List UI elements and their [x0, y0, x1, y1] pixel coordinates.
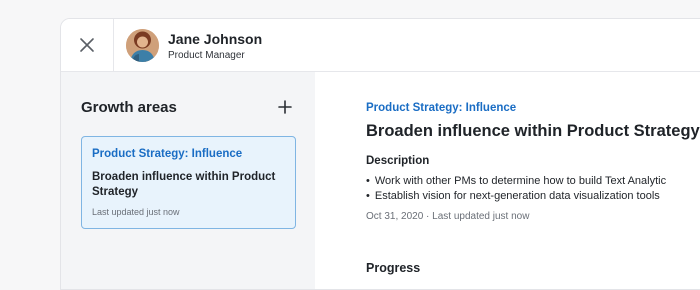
- close-icon: [80, 38, 94, 52]
- avatar: [126, 29, 159, 62]
- description-heading: Description: [366, 155, 430, 167]
- description-list: Work with other PMs to determine how to …: [366, 174, 666, 204]
- add-growth-area-button[interactable]: [275, 97, 295, 117]
- close-button[interactable]: [61, 19, 114, 71]
- growth-area-card[interactable]: Product Strategy: Influence Broaden infl…: [81, 136, 296, 229]
- detail-category: Product Strategy: Influence: [366, 102, 517, 114]
- detail-title: Broaden influence within Product Strateg…: [366, 122, 700, 140]
- panel-header: Jane Johnson Product Manager: [61, 19, 700, 72]
- growth-area-panel: Jane Johnson Product Manager Growth area…: [60, 18, 700, 290]
- description-item: Establish vision for next-generation dat…: [366, 189, 666, 204]
- user-name: Jane Johnson: [168, 31, 263, 47]
- detail-pane: Product Strategy: Influence Broaden infl…: [315, 72, 700, 289]
- user-role: Product Manager: [168, 50, 245, 61]
- description-item: Work with other PMs to determine how to …: [366, 174, 666, 189]
- sidebar-title: Growth areas: [81, 99, 177, 116]
- sidebar: Growth areas Product Strategy: Influence…: [61, 72, 315, 289]
- detail-meta: Oct 31, 2020 · Last updated just now: [366, 211, 530, 222]
- card-updated: Last updated just now: [92, 207, 180, 217]
- avatar-photo: [126, 29, 159, 62]
- progress-heading: Progress: [366, 261, 421, 275]
- plus-icon: [278, 100, 292, 114]
- card-category: Product Strategy: Influence: [92, 148, 243, 160]
- card-title: Broaden influence within Product Strateg…: [92, 171, 276, 198]
